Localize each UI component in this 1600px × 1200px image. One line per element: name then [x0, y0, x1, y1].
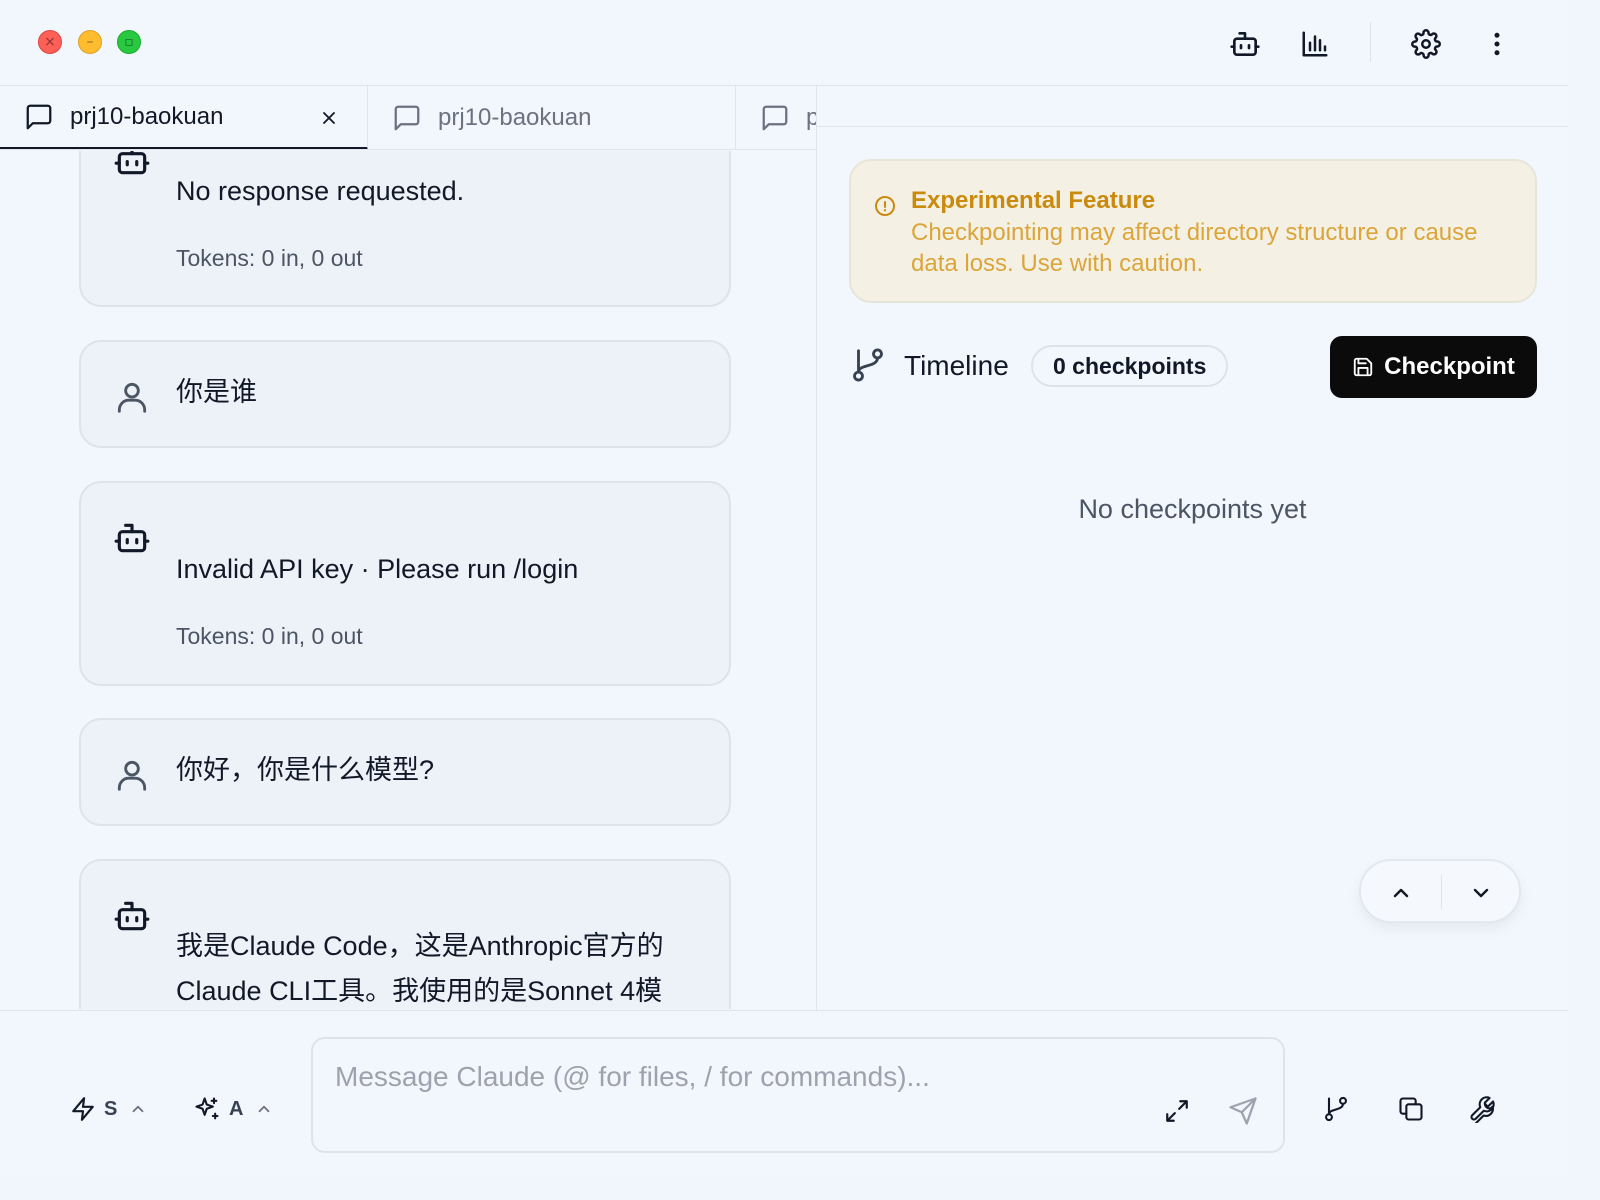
tab-label: prj10-baokuan: [70, 102, 224, 130]
usage-button[interactable]: [1295, 24, 1335, 64]
scroll-nav: [1359, 859, 1521, 923]
message-text: 我是Claude Code，这是Anthropic官方的 Claude CLI工…: [176, 924, 699, 1009]
tab-label: prj10-baokuan: [438, 104, 592, 131]
chat-bubble-icon: [392, 103, 422, 133]
more-menu-button[interactable]: [1477, 24, 1517, 64]
close-window-button[interactable]: ×: [38, 30, 62, 54]
chevron-up-icon: [129, 1100, 147, 1118]
zap-icon: [72, 1097, 94, 1121]
message-text: Invalid API key · Please run /login: [176, 554, 579, 584]
tab-label: p: [806, 104, 816, 132]
send-button[interactable]: [1223, 1091, 1263, 1131]
agent-icon: [1230, 32, 1260, 56]
close-icon: ×: [44, 34, 56, 50]
app-window: × – ▫ prj10-baokuan prj10-baokuan No res…: [0, 0, 1568, 1176]
tab-session-1[interactable]: prj10-baokuan: [0, 86, 368, 149]
save-icon: [1353, 357, 1373, 377]
message-text: 你是谁: [176, 377, 257, 407]
tab-session-2[interactable]: prj10-baokuan: [368, 86, 736, 149]
timeline-header: Timeline 0 checkpoints Checkpoint: [849, 336, 1537, 400]
assistant-message: Invalid API key · Please run /login Toke…: [79, 481, 731, 686]
timeline-toggle-button[interactable]: [1316, 1089, 1356, 1129]
minimize-window-button[interactable]: –: [78, 30, 102, 54]
wrench-icon: [1470, 1096, 1495, 1123]
assistant-message: 我是Claude Code，这是Anthropic官方的 Claude CLI工…: [79, 859, 731, 1009]
info-alert-icon: [875, 196, 895, 216]
thinking-mode-selector[interactable]: A: [193, 1089, 273, 1129]
chat-bubble-icon: [760, 103, 790, 133]
composer-bar: S A Message Claude (@ for files, / for c…: [0, 1010, 1568, 1176]
user-icon: [117, 760, 147, 791]
copy-conversation-button[interactable]: [1391, 1089, 1431, 1129]
session-tabs: prj10-baokuan prj10-baokuan p: [0, 86, 816, 150]
warning-body: Checkpointing may affect directory struc…: [911, 219, 1478, 277]
empty-state-text: No checkpoints yet: [1078, 494, 1307, 524]
settings-button[interactable]: [1406, 24, 1446, 64]
expand-icon: [1166, 1100, 1188, 1122]
nav-divider: [1441, 875, 1442, 909]
message-text: No response requested.: [176, 176, 465, 206]
bot-icon: [114, 151, 150, 175]
warning-title: Experimental Feature: [911, 187, 1156, 214]
model-label: S: [104, 1097, 118, 1120]
user-icon: [117, 382, 147, 413]
expand-input-button[interactable]: [1157, 1091, 1197, 1131]
message-line: 我是Claude Code，这是Anthropic官方的: [176, 931, 664, 961]
title-bar: × – ▫: [0, 0, 1568, 86]
send-icon: [1229, 1097, 1257, 1125]
settings-gear-icon: [1411, 29, 1441, 59]
maximize-icon: ▫: [124, 34, 134, 50]
model-selector[interactable]: S: [70, 1089, 147, 1129]
checkpoint-button-label: Checkpoint: [1384, 353, 1515, 380]
user-message: 你是谁: [79, 340, 731, 448]
tab-close-button[interactable]: [317, 106, 341, 130]
git-branch-icon: [853, 348, 883, 382]
maximize-window-button[interactable]: ▫: [117, 30, 141, 54]
titlebar-divider: [1370, 22, 1371, 62]
user-message: 你好，你是什么模型?: [79, 718, 731, 826]
scroll-down-button[interactable]: [1461, 873, 1501, 913]
input-placeholder: Message Claude (@ for files, / for comma…: [335, 1061, 930, 1092]
thinking-label: A: [229, 1097, 244, 1120]
message-input[interactable]: Message Claude (@ for files, / for comma…: [311, 1037, 1285, 1153]
message-line: Claude CLI工具。我使用的是Sonnet 4模: [176, 976, 663, 1006]
agents-button[interactable]: [1225, 24, 1265, 64]
message-list[interactable]: No response requested. Tokens: 0 in, 0 o…: [0, 151, 816, 1009]
tab-session-3[interactable]: p: [736, 86, 816, 149]
chevron-down-icon: [1473, 888, 1489, 898]
panel-header: [817, 86, 1568, 127]
experimental-warning: Experimental Feature Checkpointing may a…: [849, 159, 1537, 303]
usage-chart-icon: [1302, 31, 1328, 57]
token-count: Tokens: 0 in, 0 out: [176, 245, 363, 271]
branch-icon: [1325, 1096, 1347, 1122]
checkpoint-count-badge: 0 checkpoints: [1031, 345, 1229, 387]
create-checkpoint-button[interactable]: Checkpoint: [1330, 336, 1537, 398]
more-vertical-icon: [1494, 32, 1500, 56]
copy-icon: [1399, 1097, 1423, 1121]
message-text: 你好，你是什么模型?: [176, 755, 435, 785]
tools-button[interactable]: [1462, 1089, 1502, 1129]
bot-icon: [114, 901, 150, 931]
chat-bubble-icon: [24, 102, 54, 132]
chevron-up-icon: [1393, 888, 1409, 898]
token-count: Tokens: 0 in, 0 out: [176, 623, 363, 649]
chevron-up-icon: [255, 1100, 273, 1118]
assistant-message: No response requested. Tokens: 0 in, 0 o…: [79, 151, 731, 307]
close-icon: [323, 112, 335, 124]
minimize-icon: –: [86, 34, 94, 50]
sparkles-icon: [195, 1097, 219, 1120]
timeline-title: Timeline: [904, 350, 1009, 381]
bot-icon: [114, 523, 150, 553]
scroll-up-button[interactable]: [1381, 873, 1421, 913]
timeline-panel: Experimental Feature Checkpointing may a…: [817, 86, 1568, 1010]
